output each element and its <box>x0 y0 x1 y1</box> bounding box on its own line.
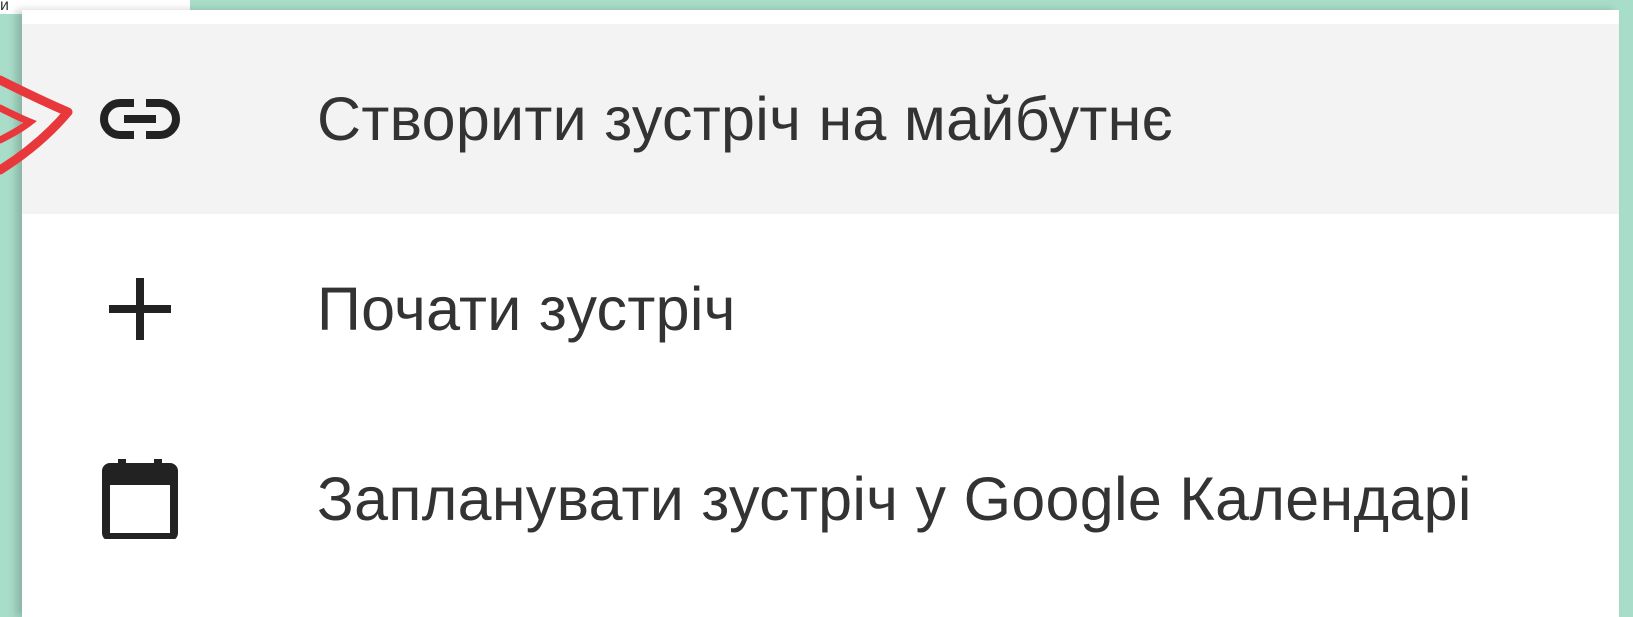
menu-item-label: Почати зустріч <box>317 275 736 343</box>
menu-item-create-meeting-later[interactable]: Створити зустріч на майбутнє <box>22 24 1619 214</box>
frame-border-right <box>1619 0 1633 617</box>
plus-icon <box>90 259 190 359</box>
new-meeting-dropdown-menu: Створити зустріч на майбутнє Почати зуст… <box>22 10 1619 617</box>
frame-border-left <box>0 14 22 617</box>
menu-item-schedule-google-calendar[interactable]: Запланувати зустріч у Google Календарі <box>22 404 1619 594</box>
menu-item-start-meeting[interactable]: Почати зустріч <box>22 214 1619 404</box>
menu-item-label: Запланувати зустріч у Google Календарі <box>317 465 1472 533</box>
calendar-icon <box>90 449 190 549</box>
link-icon <box>90 69 190 169</box>
background-text-fragment: и <box>0 0 9 14</box>
menu-item-label: Створити зустріч на майбутнє <box>317 85 1174 153</box>
frame-border-top <box>190 0 1633 10</box>
